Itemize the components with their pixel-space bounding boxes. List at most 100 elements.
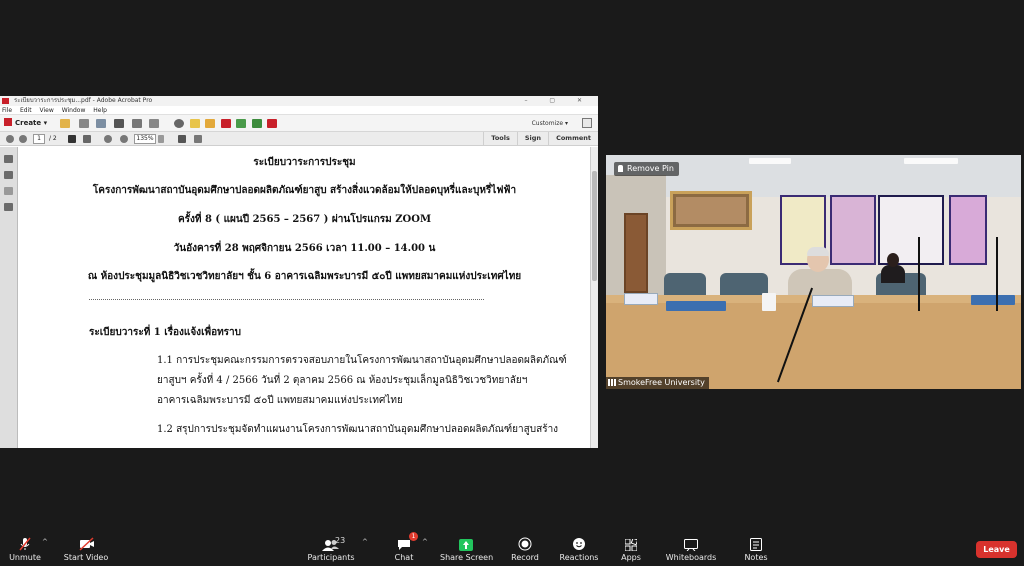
menu-edit[interactable]: Edit bbox=[20, 107, 32, 114]
menu-help[interactable]: Help bbox=[93, 107, 107, 114]
highlight-icon[interactable] bbox=[205, 119, 215, 128]
shared-screen-acrobat: ระเบียบวาระการประชุม...pdf - Adobe Acrob… bbox=[0, 96, 598, 448]
page-up-icon[interactable] bbox=[6, 135, 14, 143]
microphone bbox=[918, 237, 920, 311]
fit-page-icon[interactable] bbox=[178, 135, 186, 143]
sign-button[interactable]: Sign bbox=[516, 132, 548, 145]
reactions-smiley-icon bbox=[572, 536, 586, 550]
chat-button[interactable]: 1 Chat bbox=[388, 528, 420, 566]
participants-options-chevron-icon[interactable]: ^ bbox=[362, 538, 368, 546]
whiteboards-button[interactable]: Whiteboards bbox=[664, 528, 718, 566]
create-button[interactable]: Create ▾ bbox=[4, 118, 47, 129]
doc-divider bbox=[89, 299, 484, 300]
microphone bbox=[996, 237, 998, 311]
participant-person bbox=[878, 253, 908, 283]
page-number-input[interactable]: 1 bbox=[33, 134, 45, 144]
protect-icon[interactable] bbox=[267, 119, 277, 128]
document-scrollbar[interactable] bbox=[590, 147, 598, 448]
nameplate bbox=[812, 295, 854, 307]
save-icon[interactable] bbox=[79, 119, 89, 128]
thumbnails-icon[interactable] bbox=[4, 155, 13, 163]
pdf-page: ระเบียบวาระการประชุม โครงการพัฒนาสถาบันอ… bbox=[19, 147, 590, 448]
record-icon bbox=[518, 536, 532, 551]
attachments-icon[interactable] bbox=[4, 187, 13, 195]
documents bbox=[971, 295, 1015, 305]
expand-icon[interactable] bbox=[582, 118, 592, 128]
hand-tool-icon[interactable] bbox=[83, 135, 91, 143]
unmute-button[interactable]: Unmute bbox=[6, 528, 44, 566]
microphone-muted-icon bbox=[18, 536, 32, 551]
start-video-button[interactable]: Start Video bbox=[62, 528, 110, 566]
customize-dropdown[interactable]: Customize ▾ bbox=[532, 118, 568, 129]
fullscreen-icon[interactable] bbox=[194, 135, 202, 143]
acrobat-icon bbox=[2, 98, 9, 104]
apps-button[interactable]: Apps bbox=[616, 528, 646, 566]
signal-bars-icon bbox=[608, 379, 616, 386]
cloud-icon[interactable] bbox=[96, 119, 106, 128]
chat-icon: 1 bbox=[397, 532, 418, 550]
comment-icon[interactable] bbox=[190, 119, 200, 128]
participants-count: 23 bbox=[335, 536, 346, 545]
zoom-dropdown-icon[interactable] bbox=[158, 135, 164, 143]
print-icon[interactable] bbox=[114, 119, 124, 128]
bookmarks-icon[interactable] bbox=[4, 171, 13, 179]
reactions-button[interactable]: Reactions bbox=[558, 528, 600, 566]
window-controls[interactable]: – ▢ ✕ bbox=[524, 96, 592, 106]
camera-off-icon bbox=[79, 536, 94, 551]
page-down-icon[interactable] bbox=[19, 135, 27, 143]
edit-icon[interactable] bbox=[132, 119, 142, 128]
comment-button[interactable]: Comment bbox=[548, 132, 598, 145]
select-tool-icon[interactable] bbox=[68, 135, 76, 143]
acrobat-navbar: 1 / 2 135% Tools Sign Comment bbox=[0, 132, 598, 146]
notes-button[interactable]: Notes bbox=[740, 528, 772, 566]
doc-meeting-number: ครั้งที่ 8 ( แผนปี 2565 – 2567 ) ผ่านโปร… bbox=[177, 214, 432, 225]
acrobat-window-title: ระเบียบวาระการประชุม...pdf - Adobe Acrob… bbox=[14, 97, 153, 104]
doc-date-line: วันอังคารที่ 28 พฤศจิกายน 2566 เวลา 11.0… bbox=[173, 243, 436, 254]
scrollbar-thumb[interactable] bbox=[592, 171, 597, 281]
pinned-video-tile[interactable]: Remove Pin SmokeFree University bbox=[606, 155, 1021, 389]
leave-button[interactable]: Leave bbox=[976, 541, 1017, 558]
agenda-heading: ระเบียบวาระที่ 1 เรื่องแจ้งเพื่อทราบ bbox=[89, 327, 242, 338]
tools-button[interactable]: Tools bbox=[483, 132, 517, 145]
acrobat-right-panel-buttons: Tools Sign Comment bbox=[483, 132, 598, 145]
create-icon bbox=[4, 118, 12, 126]
item-1-2-line-1: 1.2 สรุปการประชุมจัดทำแผนงานโครงการพัฒนา… bbox=[157, 424, 559, 435]
meeting-controls-bar: Unmute ^ Start Video 23 Participants ^ 1… bbox=[0, 528, 1024, 566]
item-1-1-line-3: อาคารเฉลิมพระบารมี ๕๐ปี แพทยสมาคมแห่งประ… bbox=[157, 395, 403, 406]
doc-project-line: โครงการพัฒนาสถาบันอุดมศึกษาปลอดผลิตภัณฑ์… bbox=[92, 185, 517, 196]
apps-icon bbox=[624, 536, 639, 552]
page-total: / 2 bbox=[49, 135, 57, 142]
item-1-1-line-1: 1.1 การประชุมคณะกรรมการตรวจสอบภายในโครงก… bbox=[157, 355, 567, 366]
record-button[interactable]: Record bbox=[508, 528, 542, 566]
audio-options-chevron-icon[interactable]: ^ bbox=[42, 538, 48, 546]
open-icon[interactable] bbox=[60, 119, 70, 128]
pin-icon bbox=[618, 165, 623, 172]
item-1-1-line-2: ยาสูบฯ ครั้งที่ 4 / 2566 วันที่ 2 ตุลาคม… bbox=[157, 375, 528, 386]
signatures-icon[interactable] bbox=[4, 203, 13, 211]
wall-painting bbox=[670, 191, 752, 230]
notes-icon bbox=[749, 536, 763, 551]
export-icon[interactable] bbox=[236, 119, 246, 128]
paper-cup bbox=[762, 293, 776, 311]
acrobat-titlebar: ระเบียบวาระการประชุม...pdf - Adobe Acrob… bbox=[0, 96, 598, 106]
menu-window[interactable]: Window bbox=[62, 107, 86, 114]
zoom-level-input[interactable]: 135% bbox=[134, 134, 156, 144]
ceiling-light bbox=[904, 158, 958, 164]
documents bbox=[666, 301, 726, 311]
navigation-panel bbox=[0, 147, 18, 448]
remove-pin-button[interactable]: Remove Pin bbox=[614, 162, 679, 176]
participants-button[interactable]: 23 Participants bbox=[306, 528, 356, 566]
zoom-out-icon[interactable] bbox=[104, 135, 112, 143]
wall-chart bbox=[949, 195, 987, 265]
combine-icon[interactable] bbox=[252, 119, 262, 128]
menu-view[interactable]: View bbox=[40, 107, 54, 114]
chat-options-chevron-icon[interactable]: ^ bbox=[422, 538, 428, 546]
zoom-in-icon[interactable] bbox=[120, 135, 128, 143]
pdf-icon[interactable] bbox=[221, 119, 231, 128]
menu-file[interactable]: File bbox=[2, 107, 12, 114]
acrobat-menubar: File Edit View Window Help bbox=[0, 106, 598, 115]
share-screen-button[interactable]: Share Screen bbox=[440, 528, 493, 566]
settings-icon[interactable] bbox=[174, 119, 184, 128]
email-icon[interactable] bbox=[149, 119, 159, 128]
acrobat-toolbar: Create ▾ Customize ▾ bbox=[0, 115, 598, 132]
